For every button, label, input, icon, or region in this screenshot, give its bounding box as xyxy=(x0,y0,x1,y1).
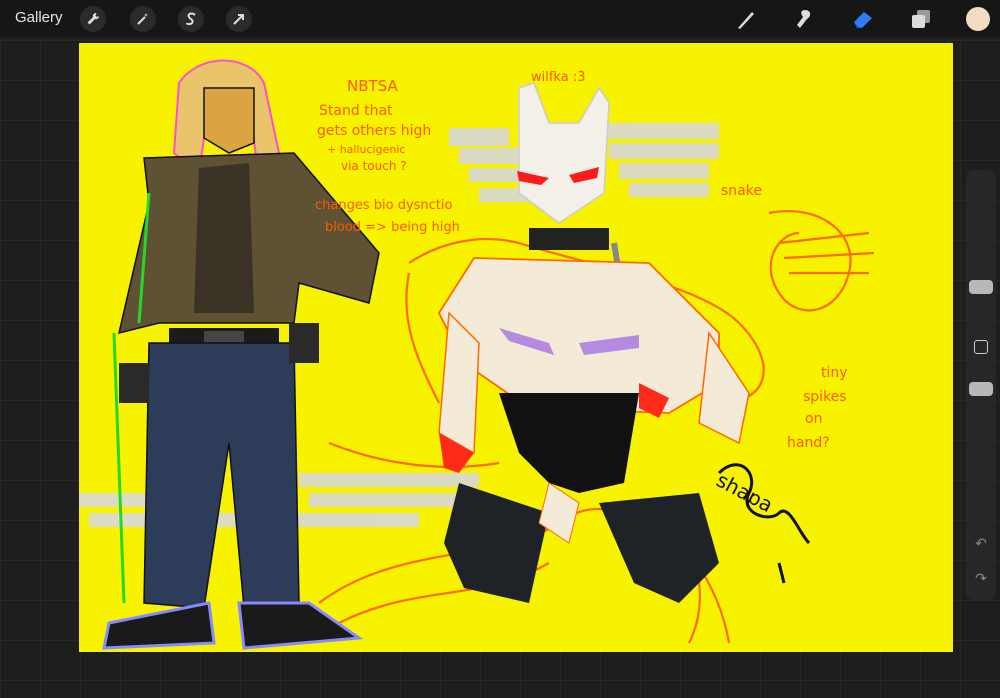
wrench-icon[interactable] xyxy=(80,6,106,32)
gallery-button[interactable]: Gallery xyxy=(15,9,63,26)
transform-arrow-icon[interactable] xyxy=(226,6,252,32)
undo-icon[interactable]: ↶ xyxy=(972,535,990,553)
note-side-2: spikes xyxy=(803,389,847,405)
note-line-5: changes bio dysnctio xyxy=(315,198,453,213)
smudge-icon[interactable] xyxy=(790,6,816,32)
note-line-6: blood => being high xyxy=(325,220,460,235)
brush-opacity-slider[interactable] xyxy=(969,382,993,396)
color-swatch[interactable] xyxy=(966,7,990,31)
note-side-3: on xyxy=(805,411,822,427)
artwork: NBTSA wilfka :3 Stand that gets others h… xyxy=(79,59,875,650)
drawing-canvas[interactable]: NBTSA wilfka :3 Stand that gets others h… xyxy=(79,43,953,652)
note-line-3: + hallucigenic xyxy=(327,143,405,156)
eraser-icon[interactable] xyxy=(850,6,876,32)
note-title-right: wilfka :3 xyxy=(531,70,585,85)
note-line-1: Stand that xyxy=(319,103,393,119)
note-side-4: hand? xyxy=(787,435,830,451)
top-toolbar: Gallery xyxy=(0,0,1000,37)
brush-icon[interactable] xyxy=(733,6,759,32)
note-title-left: NBTSA xyxy=(347,77,398,95)
layers-icon[interactable] xyxy=(908,6,934,32)
signature-text: shapa xyxy=(713,468,778,518)
modify-button[interactable] xyxy=(974,340,988,354)
note-line-2: gets others high xyxy=(317,123,431,139)
note-line-4: via touch ? xyxy=(341,159,407,173)
note-side-1: tiny xyxy=(821,365,848,381)
magic-wand-icon[interactable] xyxy=(130,6,156,32)
brush-size-slider[interactable] xyxy=(969,280,993,294)
selection-s-icon[interactable] xyxy=(178,6,204,32)
redo-icon[interactable]: ↷ xyxy=(972,570,990,588)
note-snake: snake xyxy=(721,183,762,199)
brush-sidebar: ↶ ↷ xyxy=(966,170,996,600)
